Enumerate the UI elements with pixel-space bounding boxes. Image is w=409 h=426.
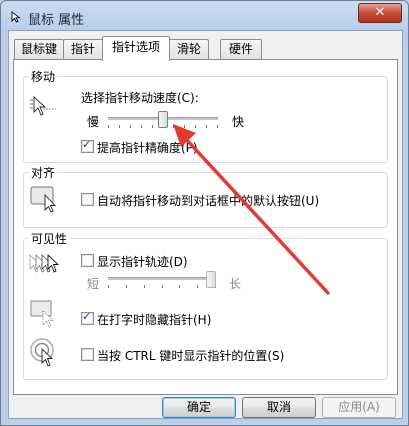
trails-checkbox[interactable]: [81, 254, 94, 267]
dialog-body: 鼠标键 指针 指针选项 滑轮 硬件 移动 选择指针移动速度(C): 慢 快 提高…: [8, 30, 403, 419]
mouse-properties-window: 鼠标 属性 ✕ 鼠标键 指针 指针选项 滑轮 硬件 移动 选择指针移动速度(C)…: [0, 0, 409, 426]
ctrl-location-label[interactable]: 当按 CTRL 键时显示指针的位置(S): [97, 347, 284, 364]
snap-group: 对齐 自动将指针移动到对话框中的默认按钮(U): [23, 164, 388, 228]
pointer-trails-icon: [29, 253, 60, 273]
slider-tick: [162, 285, 163, 288]
snap-checkbox[interactable]: [81, 193, 94, 206]
long-label: 长: [229, 277, 242, 291]
trails-label[interactable]: 显示指针轨迹(D): [97, 253, 188, 270]
visibility-group: 可见性 显示指针轨迹(D) 短 长 ✓ 在打字时隐藏指针(H) 当按 CTRL …: [23, 230, 388, 380]
slider-thumb[interactable]: [158, 111, 168, 128]
slider-tick: [217, 125, 218, 128]
slider-tick: [141, 125, 142, 128]
mouse-icon: [11, 11, 21, 23]
trail-length-slider[interactable]: [108, 271, 216, 293]
fast-label: 快: [232, 115, 245, 129]
pointer-speed-icon: [30, 95, 56, 116]
precision-checkbox[interactable]: [81, 138, 94, 153]
hide-while-typing-label[interactable]: 在打字时隐藏指针(H): [97, 311, 211, 328]
slider-tick: [195, 125, 196, 128]
window-title: 鼠标 属性: [28, 13, 85, 28]
trail-slider-track: [108, 277, 216, 281]
slider-tick: [130, 125, 131, 128]
slider-tick: [144, 285, 145, 288]
slider-tick: [184, 125, 185, 128]
slider-tick: [108, 125, 109, 128]
visibility-group-label: 可见性: [29, 230, 70, 247]
slider-tick: [126, 285, 127, 288]
tab-hardware[interactable]: 硬件: [220, 39, 262, 59]
hide-while-typing-checkbox[interactable]: [81, 310, 94, 325]
snap-group-label: 对齐: [29, 164, 58, 181]
slider-tick: [206, 125, 207, 128]
tab-buttons[interactable]: 鼠标键: [14, 39, 64, 59]
ctrl-location-checkbox[interactable]: [81, 348, 94, 361]
tab-wheel[interactable]: 滑轮: [169, 39, 209, 59]
speed-slider[interactable]: [108, 111, 218, 133]
hide-while-typing-icon: [30, 300, 55, 328]
snap-label[interactable]: 自动将指针移动到对话框中的默认按钮(U): [97, 192, 319, 209]
slider-thumb[interactable]: [206, 271, 216, 288]
short-label: 短: [87, 277, 100, 291]
tab-pointer-options[interactable]: 指针选项: [102, 36, 170, 61]
slider-tick: [108, 285, 109, 288]
motion-group-label: 移动: [29, 68, 58, 85]
precision-label[interactable]: 提高指针精确度(P): [97, 139, 198, 156]
title-bar[interactable]: 鼠标 属性 ✕: [1, 1, 408, 31]
slider-tick: [173, 125, 174, 128]
slider-tick: [152, 125, 153, 128]
motion-group: 移动 选择指针移动速度(C): 慢 快 提高指针精确度(P): [23, 68, 388, 163]
apply-button[interactable]: 应用(A): [322, 397, 396, 418]
slider-tick: [197, 285, 198, 288]
cancel-button[interactable]: 取消: [242, 397, 316, 418]
speed-label: 选择指针移动速度(C):: [81, 91, 199, 105]
slow-label: 慢: [87, 115, 100, 129]
snap-to-default-icon: [30, 186, 57, 213]
ok-button[interactable]: 确定: [162, 397, 236, 418]
slider-tick: [119, 125, 120, 128]
slider-tick: [179, 285, 180, 288]
close-button[interactable]: ✕: [358, 3, 402, 23]
pointer-options-panel: 移动 选择指针移动速度(C): 慢 快 提高指针精确度(P) 对齐: [13, 59, 398, 395]
tab-pointers[interactable]: 指针: [63, 39, 103, 59]
show-location-icon: [30, 338, 54, 367]
